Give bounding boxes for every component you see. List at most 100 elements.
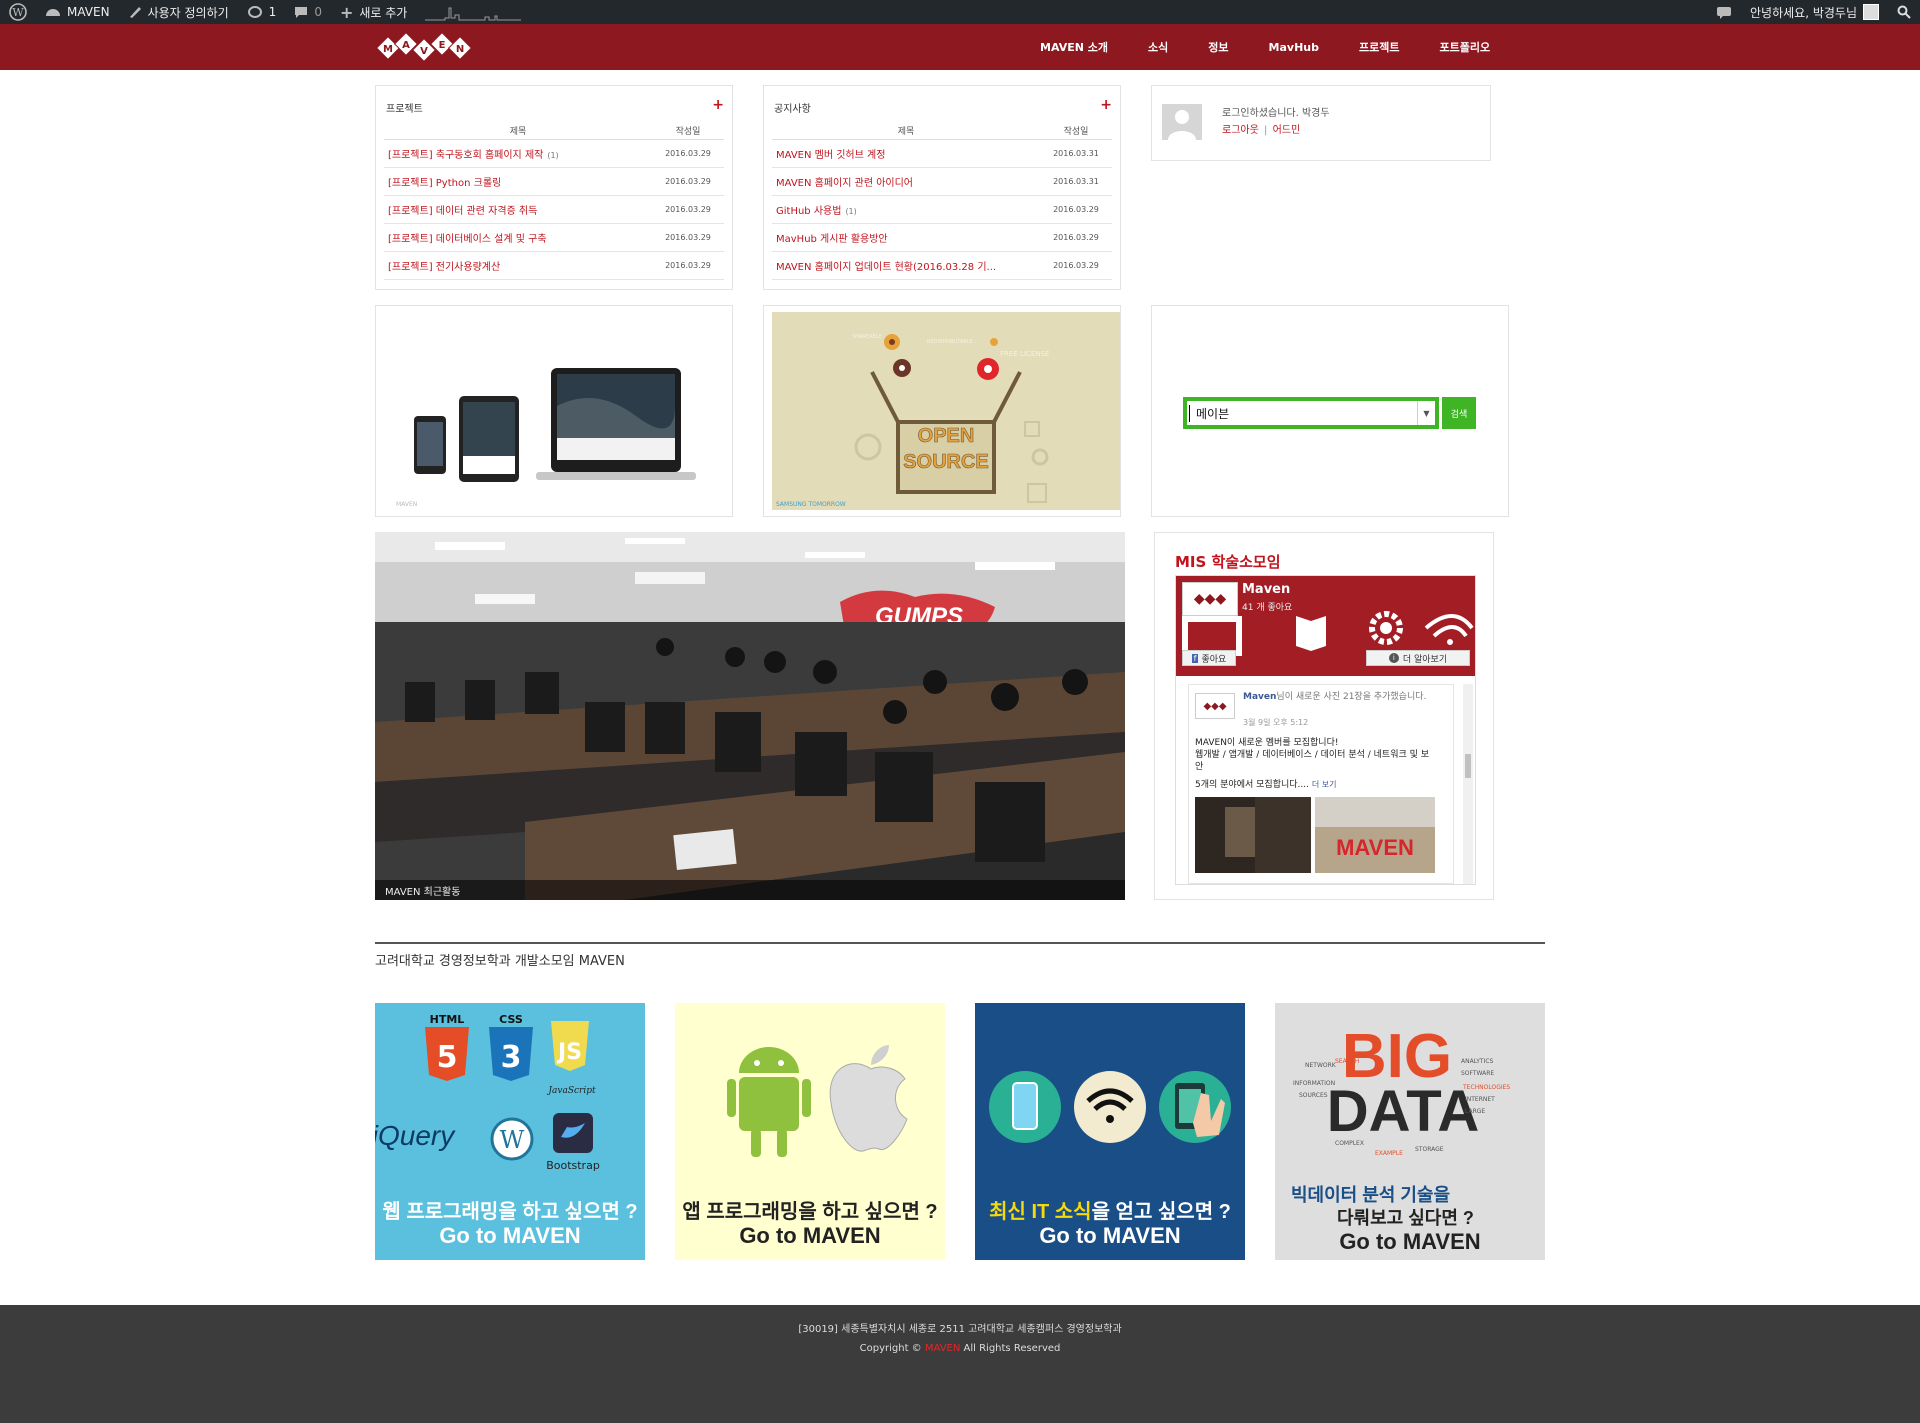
- user-avatar-icon: [1863, 4, 1879, 20]
- app-card-line1: 앱 프로그래밍을 하고 싶으면 ?: [682, 1201, 938, 1223]
- facebook-widget: MIS 학술소모임 ◆◆◆ Maven 41 개 좋아요 f 좋아요 i 더 알…: [1154, 532, 1494, 900]
- comments-link[interactable]: 0: [285, 0, 331, 24]
- table-header: 제목 작성일: [384, 124, 724, 140]
- nav-item-info[interactable]: 정보: [1188, 39, 1248, 55]
- row-title[interactable]: [프로젝트] 축구동호회 홈페이지 제작: [388, 150, 543, 161]
- refresh-icon: [247, 6, 262, 18]
- css-label: CSS: [499, 1013, 523, 1026]
- fb-more-button[interactable]: i 더 알아보기: [1366, 650, 1470, 666]
- table-row[interactable]: [프로젝트] 축구동호회 홈페이지 제작 (1) 2016.03.29: [384, 140, 724, 168]
- fb-page-plugin[interactable]: ◆◆◆ Maven 41 개 좋아요 f 좋아요 i 더 알아보기 ◆◆◆ Ma…: [1175, 575, 1476, 885]
- comments-count: 0: [314, 5, 322, 19]
- table-row[interactable]: MavHub 게시판 활용방안 2016.03.29: [772, 224, 1112, 252]
- col-date: 작성일: [675, 127, 701, 137]
- row-date: 2016.03.31: [1053, 177, 1099, 186]
- row-date: 2016.03.29: [665, 233, 711, 242]
- svg-text:SEARCH: SEARCH: [1335, 1058, 1359, 1065]
- login-links: 로그아웃 | 어드민: [1222, 121, 1300, 136]
- row-title[interactable]: [프로젝트] 전기사용량계산: [388, 262, 500, 273]
- table-row[interactable]: GitHub 사용법 (1) 2016.03.29: [772, 196, 1112, 224]
- it-icons: [989, 1071, 1231, 1143]
- nav-item-news[interactable]: 소식: [1128, 39, 1188, 55]
- notices-more-icon[interactable]: +: [1100, 97, 1112, 113]
- table-row[interactable]: [프로젝트] 데이터베이스 설계 및 구축 2016.03.29: [384, 224, 724, 252]
- nav-item-portfolio[interactable]: 포트폴리오: [1419, 39, 1510, 55]
- fb-post-time[interactable]: 3월 9일 오후 5:12: [1243, 717, 1308, 728]
- chevron-down-icon[interactable]: ▼: [1417, 401, 1435, 425]
- row-title[interactable]: [프로젝트] Python 크롤링: [388, 178, 501, 189]
- svg-text:LARGE: LARGE: [1465, 1108, 1485, 1115]
- table-row[interactable]: MAVEN 홈페이지 관련 아이디어 2016.03.31: [772, 168, 1112, 196]
- search-input[interactable]: 메이븐: [1189, 404, 1417, 422]
- nav-item-project[interactable]: 프로젝트: [1339, 39, 1419, 55]
- table-row[interactable]: MAVEN 홈페이지 업데이트 현황(2016.03.28 기... 2016.0…: [772, 252, 1112, 280]
- row-title[interactable]: [프로젝트] 데이터 관련 자격증 취득: [388, 206, 537, 217]
- svg-text:TECHNOLOGIES: TECHNOLOGIES: [1462, 1084, 1510, 1091]
- table-row[interactable]: [프로젝트] 전기사용량계산 2016.03.29: [384, 252, 724, 280]
- admin-link[interactable]: 어드민: [1273, 125, 1301, 136]
- svg-text:3: 3: [501, 1040, 522, 1075]
- logout-link[interactable]: 로그아웃: [1222, 125, 1259, 136]
- new-content-menu[interactable]: + 새로 추가: [331, 0, 416, 24]
- projects-more-icon[interactable]: +: [712, 97, 724, 113]
- android-apple-icons: [727, 1045, 908, 1157]
- row-title[interactable]: MAVEN 홈페이지 관련 아이디어: [776, 178, 913, 189]
- row-title[interactable]: GitHub 사용법: [776, 206, 841, 217]
- open-source-banner[interactable]: SHAREABLE REDISTRIBUTABLE FREE LICENSE O…: [763, 305, 1121, 517]
- fb-page-name[interactable]: Maven: [1242, 582, 1290, 597]
- site-name-menu[interactable]: MAVEN: [36, 0, 119, 24]
- big-data-card[interactable]: BIG DATA INFORMATION SOURCES ANALYTICS INT…: [1275, 1003, 1545, 1260]
- fb-see-more-link[interactable]: 더 보기: [1312, 780, 1337, 789]
- nav-item-mavhub[interactable]: MavHub: [1249, 41, 1339, 54]
- updates-link[interactable]: 1: [238, 0, 286, 24]
- table-row[interactable]: [프로젝트] Python 크롤링 2016.03.29: [384, 168, 724, 196]
- fb-page-logo: ◆◆◆: [1182, 582, 1238, 616]
- col-title: 제목: [897, 127, 915, 137]
- copyright-prefix: Copyright ©: [859, 1343, 922, 1354]
- row-title[interactable]: [프로젝트] 데이터베이스 설계 및 구축: [388, 234, 547, 245]
- row-title[interactable]: MavHub 게시판 활용방안: [776, 234, 888, 245]
- it-news-card[interactable]: 최신 IT 소식을 얻고 싶으면 ? Go to MAVEN: [975, 1003, 1245, 1260]
- fb-scrollbar[interactable]: [1463, 684, 1473, 884]
- search-select[interactable]: 메이븐 ▼: [1183, 397, 1439, 429]
- notifications-link[interactable]: [1707, 0, 1741, 24]
- fb-scroll-thumb[interactable]: [1465, 754, 1471, 778]
- fb-post-header: Maven님이 새로운 사진 21장을 추가했습니다.: [1243, 691, 1443, 703]
- svg-text:JS: JS: [556, 1040, 582, 1065]
- plus-icon: +: [339, 2, 354, 22]
- adminbar-search[interactable]: [1888, 0, 1920, 24]
- row-title[interactable]: MAVEN 멤버 깃허브 계정: [776, 150, 885, 161]
- tag-redistributable: REDISTRIBUTABLE: [927, 339, 973, 345]
- copyright-suffix: All Rights Reserved: [963, 1343, 1061, 1354]
- web-programming-card[interactable]: HTML 5 CSS 3 JS JavaScript jQuery W Boot…: [375, 1003, 645, 1260]
- site-header: [0, 24, 1920, 70]
- notices-panel: 공지사항 + 제목 작성일 MAVEN 멤버 깃허브 계정 2016.03.31 …: [763, 85, 1121, 290]
- row-date: 2016.03.29: [665, 261, 711, 270]
- app-programming-card[interactable]: 앱 프로그래밍을 하고 싶으면 ? Go to MAVEN: [675, 1003, 945, 1260]
- copyright-brand-link[interactable]: MAVEN: [925, 1343, 960, 1354]
- nav-item-about[interactable]: MAVEN 소개: [1020, 39, 1128, 55]
- my-account-menu[interactable]: 안녕하세요, 박경두님: [1741, 0, 1888, 24]
- svg-text:W: W: [12, 6, 24, 19]
- comment-icon: [295, 6, 308, 18]
- table-row[interactable]: MAVEN 멤버 깃허브 계정 2016.03.31: [772, 140, 1112, 168]
- responsive-devices-banner[interactable]: MAVEN: [375, 305, 733, 517]
- stats-sparkline[interactable]: [416, 0, 530, 24]
- wp-logo-menu[interactable]: W: [0, 0, 36, 24]
- fb-like-button[interactable]: f 좋아요: [1182, 650, 1236, 666]
- maven-logo[interactable]: M AVE N: [376, 30, 472, 66]
- svg-text:COMPLEX: COMPLEX: [1335, 1140, 1364, 1147]
- user-silhouette-icon: [1168, 110, 1196, 140]
- source-text: SOURCE: [903, 451, 989, 473]
- table-row[interactable]: [프로젝트] 데이터 관련 자격증 취득 2016.03.29: [384, 196, 724, 224]
- fb-post-author[interactable]: Maven: [1243, 692, 1276, 702]
- row-title[interactable]: MAVEN 홈페이지 업데이트 현황(2016.03.28 기...: [776, 262, 996, 273]
- svg-text:INFORMATION: INFORMATION: [1293, 1080, 1335, 1087]
- search-button[interactable]: 검색: [1442, 397, 1476, 429]
- activity-slider[interactable]: GUMPS MAVEN 최근활동: [375, 532, 1125, 900]
- customize-link[interactable]: 사용자 정의하기: [119, 0, 238, 24]
- fb-post-line1: MAVEN이 새로운 멤버를 모집합니다!: [1195, 738, 1339, 748]
- row-date: 2016.03.29: [1053, 233, 1099, 242]
- projects-panel: 프로젝트 + 제목 작성일 [프로젝트] 축구동호회 홈페이지 제작 (1) 201…: [375, 85, 733, 290]
- brush-icon: [129, 7, 141, 18]
